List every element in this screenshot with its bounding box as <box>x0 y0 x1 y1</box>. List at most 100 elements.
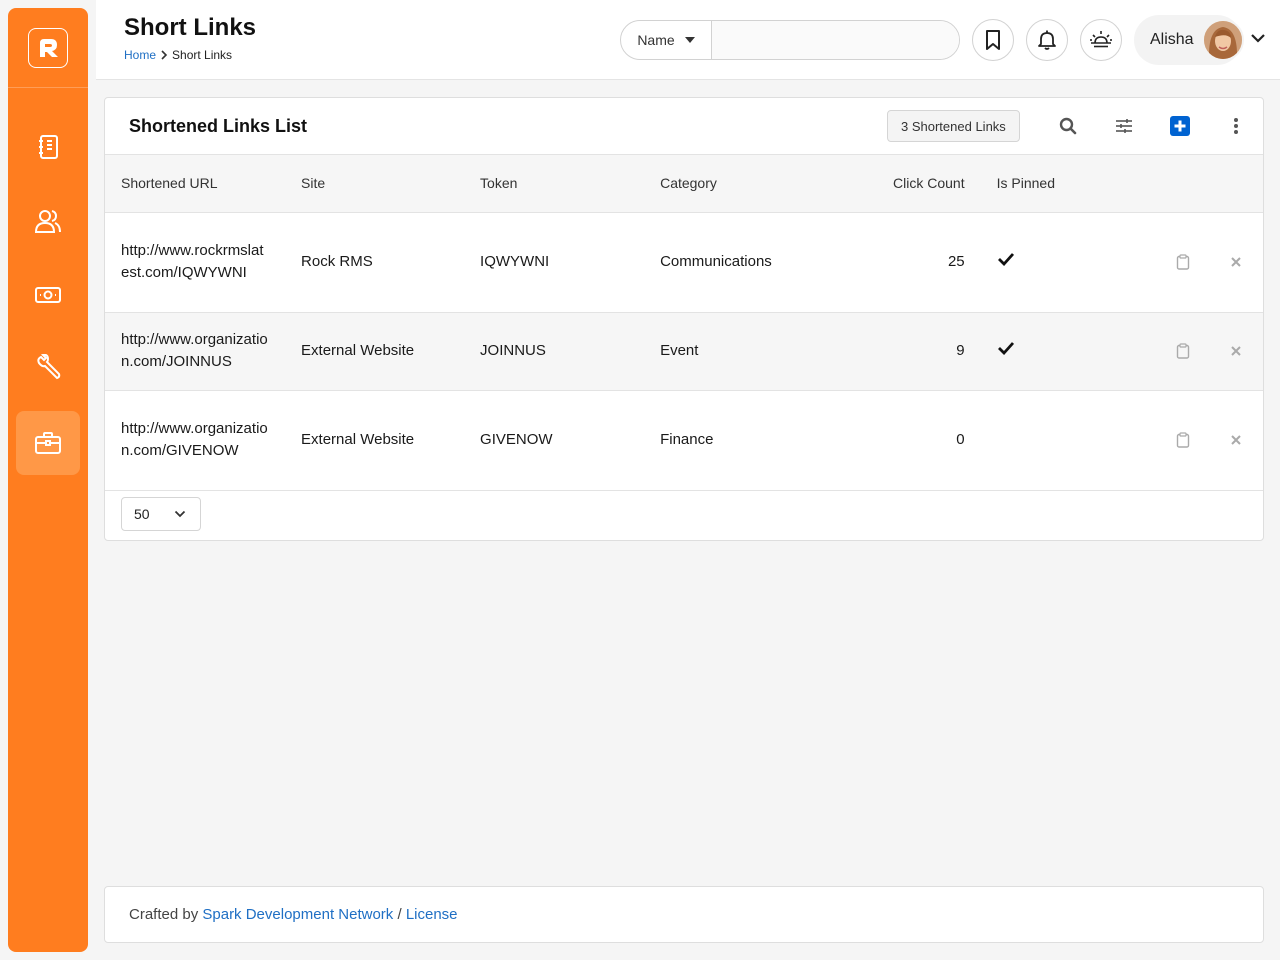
search-type-select[interactable]: Name <box>621 21 712 59</box>
kebab-menu-icon <box>1234 118 1238 134</box>
cell-site: External Website <box>285 390 465 491</box>
cell-spacer <box>1123 212 1157 313</box>
search-group: Name <box>620 20 960 60</box>
cell-token: GIVENOW <box>464 390 645 491</box>
chevron-right-icon <box>161 50 168 60</box>
page-title: Short Links <box>124 14 257 41</box>
cell-site: Rock RMS <box>285 212 465 313</box>
card-title: Shortened Links List <box>129 116 308 136</box>
header-delete <box>1209 155 1263 213</box>
cell-url: http://www.rockrmslatest.com/IQWYWNI <box>105 212 286 313</box>
cell-spacer <box>1123 390 1157 491</box>
sidebar-item-people[interactable] <box>16 189 80 253</box>
theme-toggle-button[interactable] <box>1080 19 1122 61</box>
sidebar-item-tools[interactable] <box>16 337 80 401</box>
cell-copy[interactable] <box>1156 390 1210 491</box>
search-tool-button[interactable] <box>1056 114 1080 138</box>
sidebar <box>8 8 88 952</box>
search-input[interactable] <box>712 21 959 59</box>
table-row[interactable]: http://www.organization.com/GIVENOW Exte… <box>105 390 1263 491</box>
cell-category: Event <box>644 312 824 391</box>
cell-click-count: 0 <box>823 390 981 491</box>
tools-icon <box>37 354 61 380</box>
count-badge: 3 Shortened Links <box>887 110 1020 142</box>
caret-down-icon <box>684 37 695 43</box>
people-icon <box>34 210 61 233</box>
sidebar-item-admin[interactable] <box>16 411 80 475</box>
top-header: Short Links Home Short Links Name Alisha <box>96 0 1280 80</box>
avatar[interactable] <box>1202 19 1244 61</box>
chevron-down-icon[interactable] <box>1250 32 1266 44</box>
header-site[interactable]: Site <box>285 155 465 213</box>
footer-prefix: Crafted by <box>129 906 199 923</box>
sidebar-divider <box>8 87 88 88</box>
shortened-links-card: Shortened Links List 3 Shortened Links S… <box>104 97 1264 541</box>
page-footer: Crafted by Spark Development Network / L… <box>104 886 1264 943</box>
sliders-icon <box>1116 119 1132 133</box>
card-header: Shortened Links List 3 Shortened Links <box>105 98 1263 155</box>
cell-url: http://www.organization.com/GIVENOW <box>105 390 286 491</box>
cell-click-count: 25 <box>823 212 981 313</box>
sidebar-item-content[interactable] <box>16 115 80 179</box>
sidebar-item-finance[interactable] <box>16 263 80 327</box>
table-row[interactable]: http://www.organization.com/JOINNUS Exte… <box>105 312 1263 391</box>
briefcase-icon <box>35 432 61 454</box>
chevron-down-icon <box>174 510 185 518</box>
footer-spark-link[interactable]: Spark Development Network <box>202 906 393 923</box>
cell-copy[interactable] <box>1156 212 1210 313</box>
clipboard-icon[interactable] <box>1176 432 1190 448</box>
cell-is-pinned <box>980 390 1124 491</box>
rock-logo[interactable] <box>28 28 68 68</box>
add-link-button[interactable] <box>1168 114 1192 138</box>
cell-delete[interactable] <box>1209 212 1263 313</box>
header-copy <box>1156 155 1210 213</box>
footer-separator: / <box>397 906 402 923</box>
checkmark-icon <box>997 252 1014 266</box>
clipboard-icon[interactable] <box>1176 343 1190 359</box>
page-size-select[interactable]: 50 <box>121 497 201 531</box>
breadcrumb-home[interactable]: Home <box>124 48 156 62</box>
footer-license-link[interactable]: License <box>406 906 458 923</box>
header-shortened-url[interactable]: Shortened URL <box>105 155 286 213</box>
user-photo-icon <box>1204 21 1242 59</box>
table-header-row: Shortened URL Site Token Category Click … <box>105 155 1263 213</box>
cell-site: External Website <box>285 312 465 391</box>
finance-icon <box>35 287 61 303</box>
header-spacer <box>1123 155 1157 213</box>
filter-tool-button[interactable] <box>1112 114 1136 138</box>
close-icon[interactable] <box>1231 435 1242 445</box>
header-token[interactable]: Token <box>464 155 645 213</box>
page-size-value: 50 <box>134 506 150 522</box>
bookmark-icon <box>986 30 1000 50</box>
sunrise-icon <box>1090 31 1112 48</box>
header-is-pinned[interactable]: Is Pinned <box>980 155 1124 213</box>
cell-copy[interactable] <box>1156 312 1210 391</box>
cell-is-pinned <box>980 212 1124 313</box>
cell-category: Finance <box>644 390 824 491</box>
bell-icon <box>1038 30 1056 50</box>
cell-spacer <box>1123 312 1157 391</box>
cell-delete[interactable] <box>1209 390 1263 491</box>
close-icon[interactable] <box>1231 346 1242 356</box>
plus-square-icon <box>1170 116 1190 136</box>
more-options-button[interactable] <box>1224 114 1248 138</box>
cell-delete[interactable] <box>1209 312 1263 391</box>
cell-category: Communications <box>644 212 824 313</box>
cell-token: IQWYWNI <box>464 212 645 313</box>
clipboard-icon[interactable] <box>1176 254 1190 270</box>
table-row[interactable]: http://www.rockrmslatest.com/IQWYWNI Roc… <box>105 212 1263 313</box>
card-footer: 50 <box>105 489 1263 540</box>
header-click-count[interactable]: Click Count <box>823 155 981 213</box>
cell-is-pinned <box>980 312 1124 391</box>
cell-token: JOINNUS <box>464 312 645 391</box>
notifications-button[interactable] <box>1026 19 1068 61</box>
links-table: Shortened URL Site Token Category Click … <box>105 155 1263 491</box>
checkmark-icon <box>997 341 1014 355</box>
cell-url: http://www.organization.com/JOINNUS <box>105 312 286 391</box>
bookmark-button[interactable] <box>972 19 1014 61</box>
breadcrumb-current: Short Links <box>172 48 233 62</box>
header-category[interactable]: Category <box>644 155 824 213</box>
breadcrumb: Home Short Links <box>124 48 232 62</box>
close-icon[interactable] <box>1231 257 1242 267</box>
search-icon <box>1059 117 1077 135</box>
